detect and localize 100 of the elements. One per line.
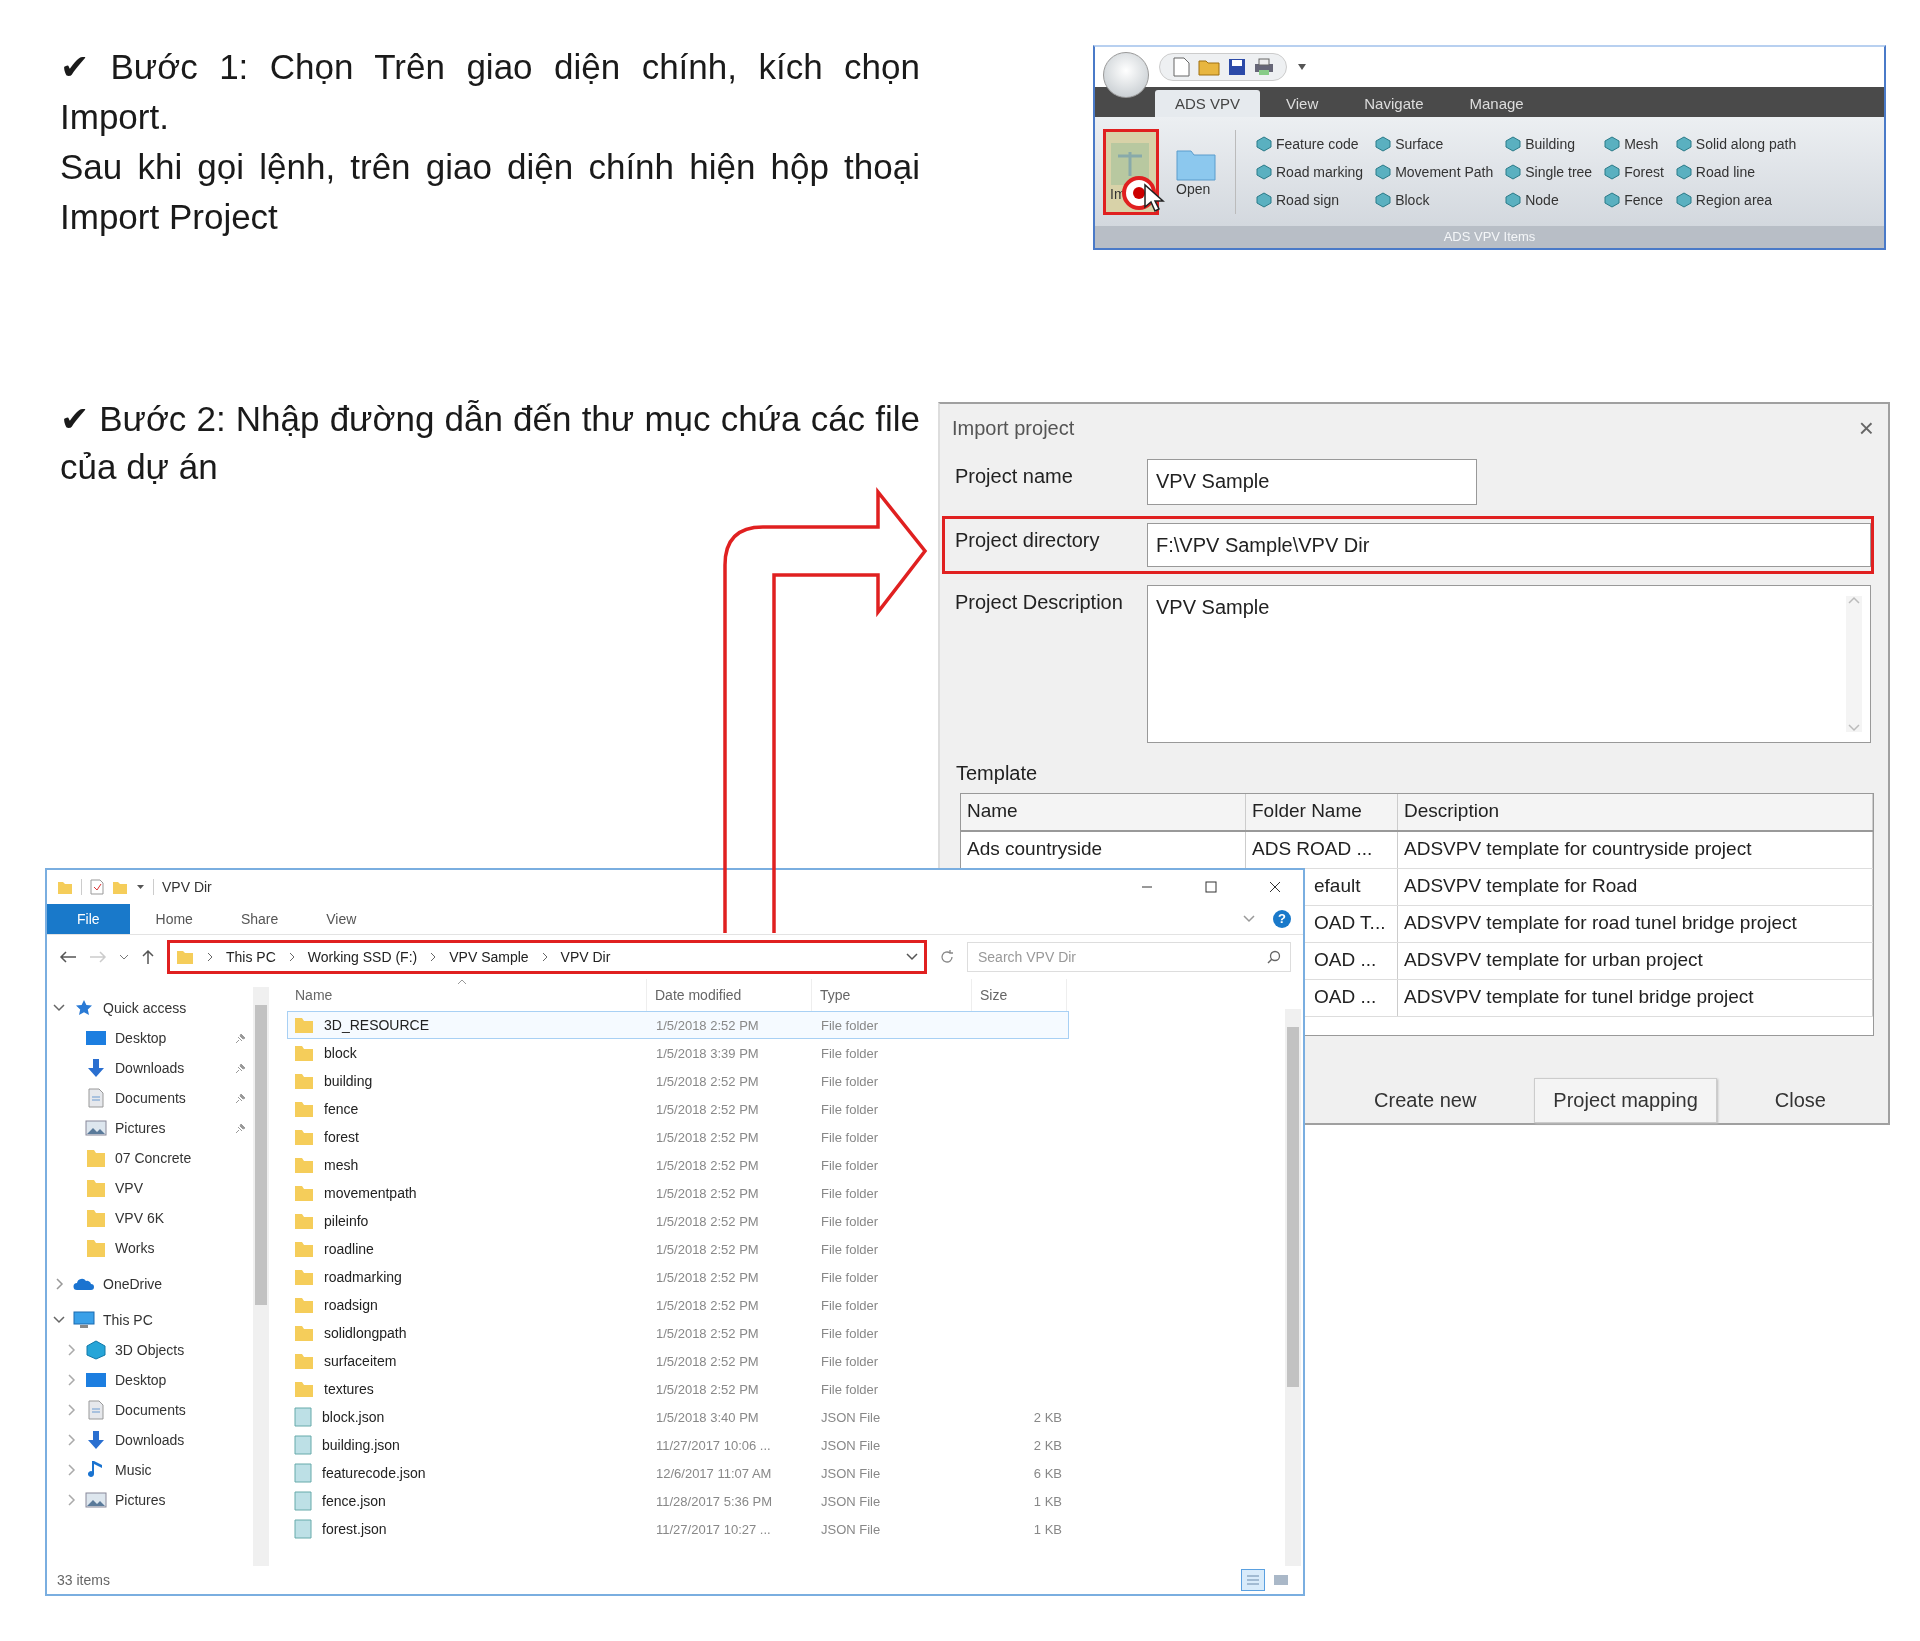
ribbon-tab[interactable]: View xyxy=(1266,90,1339,117)
nav-item[interactable]: Quick access xyxy=(103,1000,187,1016)
nav-item[interactable]: Pictures xyxy=(115,1120,166,1136)
chevron-down-icon[interactable] xyxy=(53,1316,65,1324)
chevron-right-icon[interactable] xyxy=(65,1374,77,1386)
nav-item[interactable]: Works xyxy=(115,1240,155,1256)
ribbon-item[interactable]: Road marking xyxy=(1256,157,1364,186)
ribbon-item[interactable]: Feature code xyxy=(1256,129,1364,158)
dialog-button[interactable]: Close xyxy=(1756,1079,1844,1122)
ribbon-item[interactable]: Single tree xyxy=(1505,157,1593,186)
ribbon-tab[interactable]: ADS VPV xyxy=(1155,90,1261,117)
file-row[interactable]: fence.json 11/28/2017 5:36 PM JSON File 1 KB xyxy=(287,1487,1069,1515)
chevron-down-icon[interactable] xyxy=(119,954,129,960)
floppy-icon[interactable] xyxy=(1228,58,1246,76)
refresh-icon[interactable] xyxy=(939,949,955,965)
nav-item[interactable]: VPV 6K xyxy=(115,1210,165,1226)
file-row[interactable]: pileinfo 1/5/2018 2:52 PM File folder xyxy=(287,1207,1069,1235)
breadcrumb-item[interactable]: This PC xyxy=(226,949,276,965)
file-row[interactable]: movementpath 1/5/2018 2:52 PM File folder xyxy=(287,1179,1069,1207)
nav-item[interactable]: VPV xyxy=(115,1180,143,1196)
close-icon[interactable] xyxy=(1269,881,1281,893)
ribbon-item[interactable]: Block xyxy=(1375,185,1494,214)
file-row[interactable]: block.json 1/5/2018 3:40 PM JSON File 2 KB xyxy=(287,1403,1069,1431)
file-row[interactable]: building.json 11/27/2017 10:06 ... JSON File 2 KB xyxy=(287,1431,1069,1459)
chevron-right-icon[interactable] xyxy=(65,1344,77,1356)
column-header[interactable]: Description xyxy=(1398,794,1873,831)
input-field[interactable]: VPV Sample xyxy=(1147,585,1871,744)
input-field[interactable]: F:\VPV Sample\VPV Dir xyxy=(1147,523,1871,568)
nav-item[interactable]: Desktop xyxy=(115,1372,167,1388)
chevron-right-icon[interactable] xyxy=(53,1278,65,1290)
document-icon[interactable] xyxy=(90,879,104,895)
breadcrumb-item[interactable]: Working SSD (F:) xyxy=(307,949,418,965)
help-icon[interactable]: ? xyxy=(1273,910,1291,928)
mapping-button[interactable]: Project mapping xyxy=(1534,1078,1717,1123)
ribbon-item[interactable]: Mesh xyxy=(1604,129,1664,158)
forward-arrow-icon[interactable] xyxy=(89,950,107,964)
ribbon-item[interactable]: Movement Path xyxy=(1375,157,1494,186)
ribbon-item[interactable]: Node xyxy=(1505,185,1593,214)
breadcrumb-item[interactable]: VPV Dir xyxy=(560,949,611,965)
nav-item[interactable]: Documents xyxy=(115,1402,186,1418)
ribbon-item[interactable]: Solid along path xyxy=(1675,129,1797,158)
chevron-right-icon[interactable] xyxy=(65,1464,77,1476)
ribbon-item[interactable]: Region area xyxy=(1675,185,1797,214)
ribbon-tab[interactable]: Navigate xyxy=(1344,90,1444,117)
nav-item[interactable]: Downloads xyxy=(115,1060,185,1076)
caret-icon[interactable] xyxy=(1297,63,1307,71)
column-header[interactable]: Folder Name xyxy=(1246,794,1398,831)
file-row[interactable]: roadsign 1/5/2018 2:52 PM File folder xyxy=(287,1291,1069,1319)
chevron-down-icon[interactable] xyxy=(906,953,918,961)
nav-item[interactable]: Music xyxy=(115,1462,152,1478)
scrollbar[interactable] xyxy=(1846,596,1862,733)
nav-item[interactable]: Downloads xyxy=(115,1432,185,1448)
file-row[interactable]: block 1/5/2018 3:39 PM File folder xyxy=(287,1039,1069,1067)
ribbon-item[interactable]: Road line xyxy=(1675,157,1797,186)
ribbon-tab[interactable]: Home xyxy=(133,904,215,934)
details-view-icon[interactable] xyxy=(1241,1569,1265,1591)
file-row[interactable]: forest.json 11/27/2017 10:27 ... JSON File 1 KB xyxy=(287,1515,1069,1543)
address-bar[interactable]: This PC Working SSD (F:) VPV Sample VPV Dir xyxy=(167,940,927,974)
document-icon[interactable] xyxy=(1172,57,1190,77)
ribbon-item[interactable]: Road sign xyxy=(1256,185,1364,214)
ribbon-large-button[interactable]: Open xyxy=(1169,128,1225,215)
file-row[interactable]: forest 1/5/2018 2:52 PM File folder xyxy=(287,1123,1069,1151)
file-row[interactable]: textures 1/5/2018 2:52 PM File folder xyxy=(287,1375,1069,1403)
chevron-down-icon[interactable] xyxy=(53,1004,65,1012)
nav-item[interactable]: OneDrive xyxy=(103,1276,163,1292)
file-row[interactable]: roadline 1/5/2018 2:52 PM File folder xyxy=(287,1235,1069,1263)
up-arrow-icon[interactable] xyxy=(141,949,155,965)
file-row[interactable]: featurecode.json 12/6/2017 11:07 AM JSON File 6 KB xyxy=(287,1459,1069,1487)
folder-icon[interactable] xyxy=(57,879,73,895)
nav-item[interactable]: 3D Objects xyxy=(115,1342,185,1358)
chevron-right-icon[interactable] xyxy=(65,1494,77,1506)
folder-icon[interactable] xyxy=(112,879,128,895)
breadcrumb-item[interactable]: VPV Sample xyxy=(449,949,529,965)
ribbon-tab[interactable]: Manage xyxy=(1449,90,1544,117)
ribbon-item[interactable]: Fence xyxy=(1604,185,1664,214)
file-row[interactable]: surfaceitem 1/5/2018 2:52 PM File folder xyxy=(287,1347,1069,1375)
ribbon-item[interactable]: Forest xyxy=(1604,157,1664,186)
back-arrow-icon[interactable] xyxy=(59,950,77,964)
close-button[interactable]: × xyxy=(1848,412,1874,444)
caret-icon[interactable] xyxy=(136,884,145,890)
nav-item[interactable]: 07 Concrete xyxy=(115,1150,192,1166)
ribbon-item[interactable]: Surface xyxy=(1375,129,1494,158)
chevron-right-icon[interactable] xyxy=(65,1434,77,1446)
chevron-up-icon[interactable] xyxy=(1848,596,1860,605)
nav-item[interactable]: Pictures xyxy=(115,1492,166,1508)
scrollbar[interactable] xyxy=(1285,1009,1301,1566)
file-row[interactable]: fence 1/5/2018 2:52 PM File folder xyxy=(287,1095,1069,1123)
column-header[interactable]: Name xyxy=(961,794,1246,831)
ribbon-tab[interactable]: View xyxy=(304,904,379,934)
file-row[interactable]: building 1/5/2018 2:52 PM File folder xyxy=(287,1067,1069,1095)
folder-icon[interactable] xyxy=(1198,58,1220,76)
maximize-icon[interactable] xyxy=(1205,881,1217,893)
printer-icon[interactable] xyxy=(1254,58,1274,76)
file-row[interactable]: solidlongpath 1/5/2018 2:52 PM File folder xyxy=(287,1319,1069,1347)
dialog-button[interactable]: Create new xyxy=(1356,1079,1495,1122)
nav-item[interactable]: Documents xyxy=(115,1090,186,1106)
nav-item[interactable]: Desktop xyxy=(115,1030,167,1046)
scrollbar[interactable] xyxy=(253,987,269,1566)
input-field[interactable]: VPV Sample xyxy=(1147,459,1477,506)
ribbon-item[interactable]: Building xyxy=(1505,129,1593,158)
